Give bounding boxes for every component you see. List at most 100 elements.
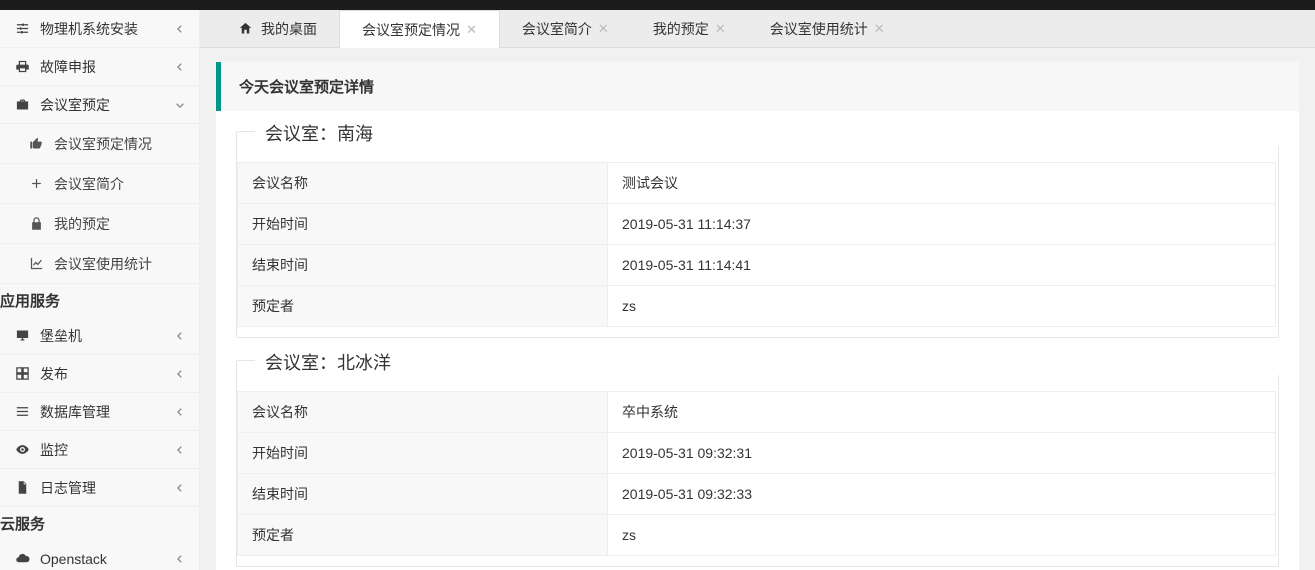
row-key: 会议名称 [238, 163, 608, 204]
room-legend: 会议室：南海 [255, 120, 1296, 146]
tab-bar: 我的桌面 会议室预定情况 ✕ 会议室简介 ✕ 我的预定 ✕ 会议室使用统计 ✕ [200, 10, 1315, 48]
nav-label: 日志管理 [40, 478, 96, 498]
nav-label: 数据库管理 [40, 402, 110, 422]
nav-label: 监控 [40, 440, 68, 460]
row-value: 卒中系统 [608, 392, 1276, 433]
row-value: 2019-05-31 09:32:31 [608, 433, 1276, 474]
sub-nav-item-3[interactable]: 会议室使用统计 [0, 244, 199, 284]
sidebar: 物理机系统安装故障申报会议室预定会议室预定情况会议室简介我的预定会议室使用统计应… [0, 10, 200, 570]
nav-item-apps-3[interactable]: 监控 [0, 431, 199, 469]
chevron-left-icon [175, 554, 185, 564]
row-key: 结束时间 [238, 245, 608, 286]
sub-nav-label: 会议室预定情况 [54, 134, 152, 154]
section-title-cloud: 云服务 [0, 507, 199, 540]
page-header: 今天会议室预定详情 [216, 62, 1299, 111]
print-icon [14, 59, 30, 74]
nav-item-top-2[interactable]: 会议室预定 [0, 86, 199, 124]
nav-item-apps-0[interactable]: 堡垒机 [0, 317, 199, 355]
nav-item-apps-4[interactable]: 日志管理 [0, 469, 199, 507]
nav-label: 会议室预定 [40, 95, 110, 115]
chevron-left-icon [175, 62, 185, 72]
nav-label: 堡垒机 [40, 326, 82, 346]
tab-1[interactable]: 会议室预定情况 ✕ [339, 10, 500, 48]
page-body: 今天会议室预定详情会议室：南海会议名称测试会议开始时间2019-05-31 11… [216, 62, 1299, 570]
tab-label: 会议室使用统计 [770, 19, 868, 39]
chart-icon [28, 256, 44, 271]
tab-3[interactable]: 我的预定 ✕ [631, 10, 748, 48]
chevron-left-icon [175, 407, 185, 417]
row-value: 测试会议 [608, 163, 1276, 204]
grid-icon [14, 366, 30, 381]
row-key: 预定者 [238, 515, 608, 556]
nav-label: Openstack [40, 551, 107, 567]
sliders-icon [14, 21, 30, 36]
monitor-icon [14, 328, 30, 343]
home-icon [238, 21, 253, 36]
room-fieldset-1: 会议室：北冰洋会议名称卒中系统开始时间2019-05-31 09:32:31结束… [236, 360, 1279, 567]
nav-label: 发布 [40, 364, 68, 384]
table-row: 开始时间2019-05-31 11:14:37 [238, 204, 1276, 245]
room-table: 会议名称测试会议开始时间2019-05-31 11:14:37结束时间2019-… [237, 162, 1276, 327]
row-key: 开始时间 [238, 204, 608, 245]
row-value: 2019-05-31 11:14:41 [608, 245, 1276, 286]
room-fieldset-0: 会议室：南海会议名称测试会议开始时间2019-05-31 11:14:37结束时… [236, 131, 1279, 338]
tab-0[interactable]: 我的桌面 [216, 10, 339, 48]
row-key: 开始时间 [238, 433, 608, 474]
tab-label: 我的预定 [653, 19, 709, 39]
room-legend: 会议室：北冰洋 [255, 349, 1296, 375]
nav-item-top-0[interactable]: 物理机系统安装 [0, 10, 199, 48]
row-value: 2019-05-31 09:32:33 [608, 474, 1276, 515]
row-value: zs [608, 515, 1276, 556]
chevron-left-icon [175, 331, 185, 341]
nav-label: 物理机系统安装 [40, 19, 138, 39]
tab-label: 会议室预定情况 [362, 20, 460, 40]
list-icon [14, 404, 30, 419]
row-value: zs [608, 286, 1276, 327]
close-icon[interactable]: ✕ [715, 21, 726, 37]
close-icon[interactable]: ✕ [874, 21, 885, 37]
sub-nav-item-1[interactable]: 会议室简介 [0, 164, 199, 204]
row-key: 会议名称 [238, 392, 608, 433]
table-row: 预定者zs [238, 286, 1276, 327]
room-table: 会议名称卒中系统开始时间2019-05-31 09:32:31结束时间2019-… [237, 391, 1276, 556]
plus-icon [28, 176, 44, 191]
tab-2[interactable]: 会议室简介 ✕ [500, 10, 631, 48]
close-icon[interactable]: ✕ [466, 22, 477, 38]
table-row: 预定者zs [238, 515, 1276, 556]
content-area: 我的桌面 会议室预定情况 ✕ 会议室简介 ✕ 我的预定 ✕ 会议室使用统计 ✕ 今天会议室预定详… [200, 10, 1315, 570]
table-row: 会议名称测试会议 [238, 163, 1276, 204]
table-row: 会议名称卒中系统 [238, 392, 1276, 433]
topbar [0, 0, 1315, 10]
table-row: 结束时间2019-05-31 11:14:41 [238, 245, 1276, 286]
nav-item-cloud-0[interactable]: Openstack [0, 540, 199, 570]
cloud-icon [14, 551, 30, 566]
chevron-left-icon [175, 483, 185, 493]
row-value: 2019-05-31 11:14:37 [608, 204, 1276, 245]
chevron-left-icon [175, 369, 185, 379]
chevron-down-icon [175, 100, 185, 110]
nav-item-apps-1[interactable]: 发布 [0, 355, 199, 393]
tab-label: 会议室简介 [522, 19, 592, 39]
row-key: 预定者 [238, 286, 608, 327]
close-icon[interactable]: ✕ [598, 21, 609, 37]
sub-nav-item-2[interactable]: 我的预定 [0, 204, 199, 244]
sub-nav-item-0[interactable]: 会议室预定情况 [0, 124, 199, 164]
lock-icon [28, 216, 44, 231]
briefcase-icon [14, 97, 30, 112]
table-row: 结束时间2019-05-31 09:32:33 [238, 474, 1276, 515]
eye-icon [14, 442, 30, 457]
table-row: 开始时间2019-05-31 09:32:31 [238, 433, 1276, 474]
thumbs-icon [28, 136, 44, 151]
sub-nav-label: 会议室简介 [54, 174, 124, 194]
tab-label: 我的桌面 [261, 19, 317, 39]
nav-item-top-1[interactable]: 故障申报 [0, 48, 199, 86]
sub-nav-label: 会议室使用统计 [54, 254, 152, 274]
chevron-left-icon [175, 445, 185, 455]
section-title-apps: 应用服务 [0, 284, 199, 317]
nav-item-apps-2[interactable]: 数据库管理 [0, 393, 199, 431]
nav-label: 故障申报 [40, 57, 96, 77]
tab-4[interactable]: 会议室使用统计 ✕ [748, 10, 907, 48]
sub-nav-label: 我的预定 [54, 214, 110, 234]
row-key: 结束时间 [238, 474, 608, 515]
chevron-left-icon [175, 24, 185, 34]
